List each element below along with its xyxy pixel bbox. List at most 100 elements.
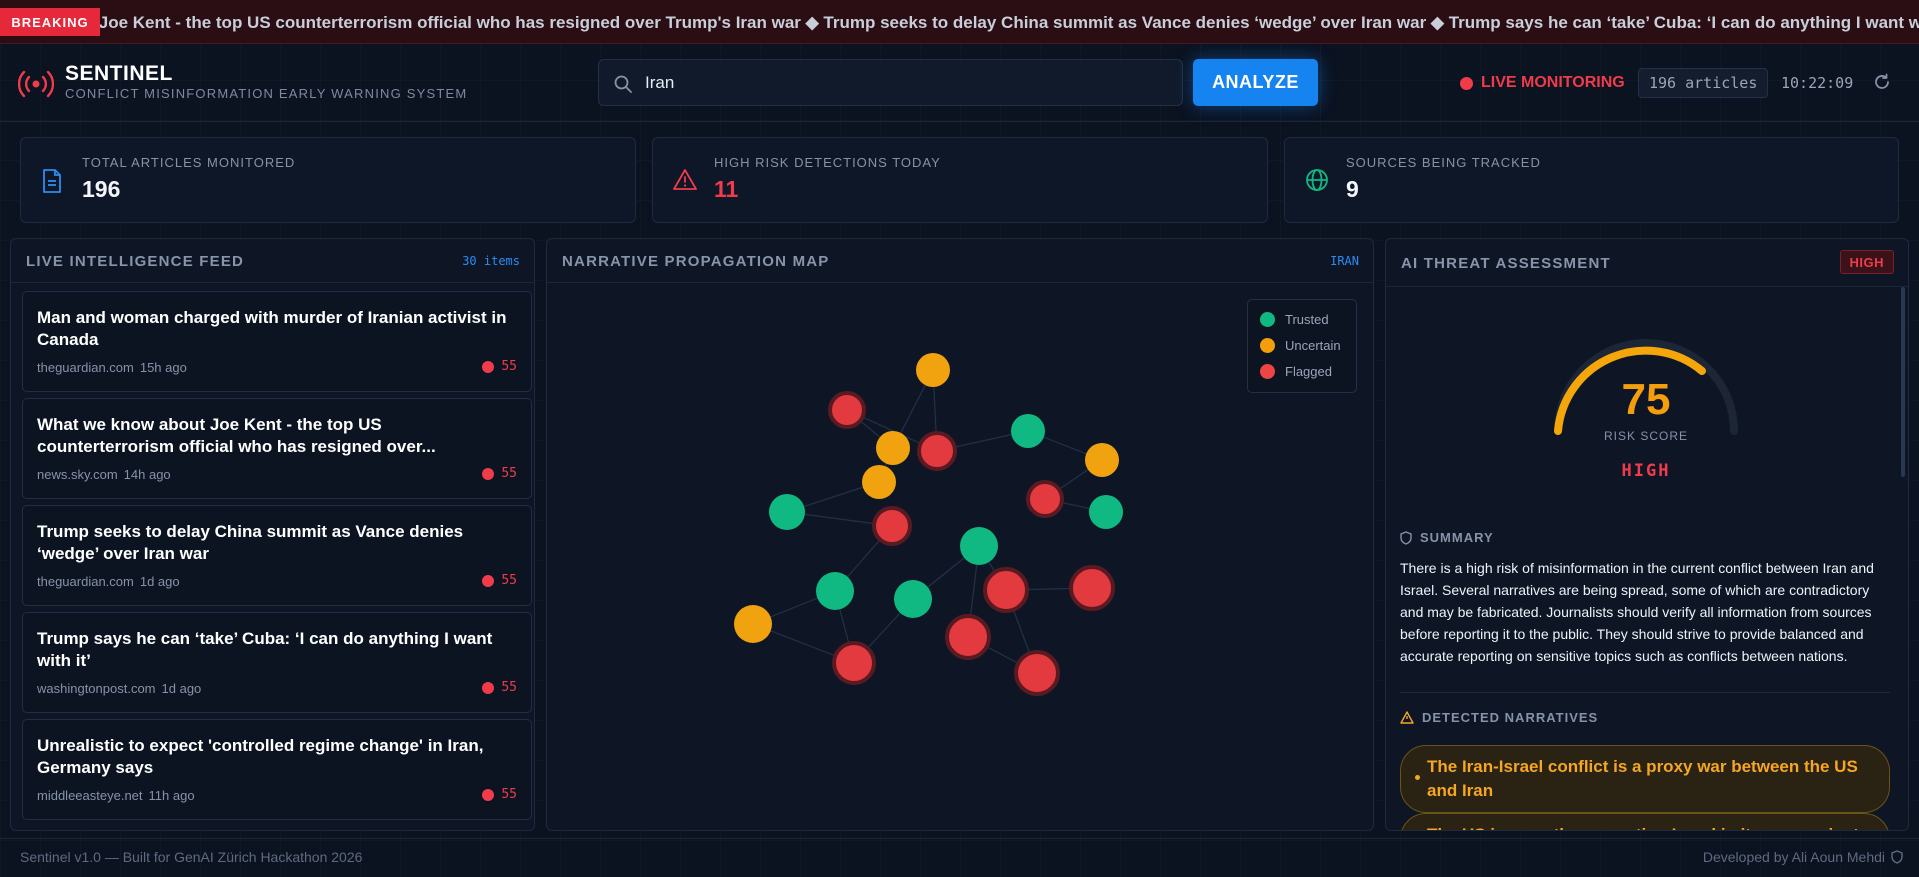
feed-item[interactable]: Trump seeks to delay China summit as Van… xyxy=(22,505,532,606)
node-flagged xyxy=(1069,565,1115,611)
feed-item-meta: theguardian.com 15h ago xyxy=(37,360,187,375)
feed-item-title: Man and woman charged with murder of Ira… xyxy=(37,308,507,349)
stat-card-total-articles: TOTAL ARTICLES MONITORED 196 xyxy=(20,137,636,223)
stat-card-sources: SOURCES BEING TRACKED 9 xyxy=(1284,137,1899,223)
app-header: SENTINEL CONFLICT MISINFORMATION EARLY W… xyxy=(0,44,1919,122)
feed-item-title: Trump seeks to delay China summit as Van… xyxy=(37,522,464,563)
feed-count: 30 items xyxy=(462,254,520,268)
node-trusted xyxy=(816,572,854,610)
node-flagged xyxy=(1014,650,1060,696)
feed-item-score: 55 xyxy=(482,680,517,695)
risk-dot-icon xyxy=(482,788,495,801)
article-count-pill: 196 articles xyxy=(1638,68,1769,98)
feed-item[interactable]: What we know about Joe Kent - the top US… xyxy=(22,398,532,499)
assessment-title: AI THREAT ASSESSMENT xyxy=(1401,255,1611,272)
feed-list: Man and woman charged with murder of Ira… xyxy=(22,291,532,826)
risk-dot-icon xyxy=(482,681,495,694)
stat-label: SOURCES BEING TRACKED xyxy=(1346,155,1541,170)
feed-item-score: 55 xyxy=(482,359,517,374)
flagged-dot-icon xyxy=(1260,364,1275,379)
panel-header: NARRATIVE PROPAGATION MAP IRAN xyxy=(547,239,1373,283)
summary-heading-label: SUMMARY xyxy=(1420,530,1494,545)
app-footer: Sentinel v1.0 — Built for GenAI Zürich H… xyxy=(0,838,1919,877)
stat-value: 11 xyxy=(714,176,739,202)
feed-item-age: 1d ago xyxy=(139,574,180,589)
legend-label: Flagged xyxy=(1285,364,1332,379)
search-box[interactable] xyxy=(598,59,1183,106)
refresh-icon[interactable] xyxy=(1873,73,1891,91)
node-uncertain xyxy=(862,465,896,499)
broadcast-icon xyxy=(18,70,54,98)
uncertain-dot-icon xyxy=(1260,338,1275,353)
breaking-ticker: BREAKING ut Joe Kent - the top US counte… xyxy=(0,0,1919,44)
feed-item-score-value: 55 xyxy=(501,787,517,802)
panel-header: LIVE INTELLIGENCE FEED 30 items xyxy=(11,239,534,283)
legend-item-trusted: Trusted xyxy=(1260,312,1329,327)
node-trusted xyxy=(1089,495,1123,529)
feed-item-meta: news.sky.com 14h ago xyxy=(37,467,171,482)
feed-item-age: 11h ago xyxy=(148,788,195,803)
node-trusted xyxy=(1011,414,1045,448)
feed-item-score-value: 55 xyxy=(501,466,517,481)
section-divider xyxy=(1400,692,1890,693)
ai-threat-assessment-panel: AI THREAT ASSESSMENT HIGH 75 RISK SCORE … xyxy=(1385,238,1909,831)
stat-card-high-risk: HIGH RISK DETECTIONS TODAY 11 xyxy=(652,137,1268,223)
feed-item-score: 55 xyxy=(482,787,517,802)
footer-author: Developed by Ali Aoun Mehdi xyxy=(1702,849,1885,865)
shield-icon xyxy=(1400,530,1412,545)
map-legend: Trusted Uncertain Flagged xyxy=(1247,299,1357,393)
stat-value: 9 xyxy=(1346,176,1359,202)
feed-item[interactable]: Man and woman charged with murder of Ira… xyxy=(22,291,532,392)
feed-item-source: washingtonpost.com xyxy=(37,681,156,696)
feed-item-score: 55 xyxy=(482,573,517,588)
legend-label: Trusted xyxy=(1285,312,1329,327)
summary-heading: SUMMARY xyxy=(1400,530,1494,545)
analyze-button[interactable]: ANALYZE xyxy=(1193,59,1318,106)
stat-label: TOTAL ARTICLES MONITORED xyxy=(82,155,296,170)
graph-nodes[interactable] xyxy=(734,353,1123,696)
search-input[interactable] xyxy=(645,60,1165,105)
risk-dot-icon xyxy=(482,360,495,373)
node-uncertain xyxy=(876,431,910,465)
warning-icon xyxy=(1400,711,1414,724)
node-flagged xyxy=(828,391,866,429)
brand-title: SENTINEL xyxy=(65,62,173,85)
narrative-propagation-map-panel: NARRATIVE PROPAGATION MAP IRAN Trusted U… xyxy=(546,238,1374,831)
node-flagged xyxy=(983,567,1029,613)
globe-icon xyxy=(1306,169,1328,191)
node-uncertain xyxy=(916,353,950,387)
feed-item[interactable]: Unrealistic to expect 'controlled regime… xyxy=(22,719,532,820)
feed-item[interactable]: Trump says he can ‘take’ Cuba: ‘I can do… xyxy=(22,612,532,713)
narrative-item[interactable]: The US is secretly supporting Israel in … xyxy=(1400,813,1890,830)
live-monitoring-status: LIVE MONITORING xyxy=(1460,74,1625,92)
feed-item-title: Unrealistic to expect 'controlled regime… xyxy=(37,736,484,777)
node-flagged xyxy=(872,506,912,546)
node-flagged xyxy=(832,641,876,685)
node-trusted xyxy=(769,494,805,530)
feed-item-age: 15h ago xyxy=(139,360,187,375)
map-topic-tag: IRAN xyxy=(1330,254,1359,268)
feed-item-source: news.sky.com xyxy=(37,467,118,482)
feed-item-score-value: 55 xyxy=(501,680,517,695)
node-uncertain xyxy=(734,605,772,643)
feed-item-age: 1d ago xyxy=(161,681,202,696)
summary-text: There is a high risk of misinformation i… xyxy=(1400,560,1874,664)
legend-item-flagged: Flagged xyxy=(1260,364,1332,379)
shield-icon xyxy=(1891,850,1903,864)
ticker-text[interactable]: ut Joe Kent - the top US counterterroris… xyxy=(78,13,1919,33)
feed-item-meta: theguardian.com 1d ago xyxy=(37,574,180,589)
live-intelligence-feed-panel: LIVE INTELLIGENCE FEED 30 items Man and … xyxy=(10,238,535,831)
search-icon xyxy=(614,75,632,93)
brand-subtitle: CONFLICT MISINFORMATION EARLY WARNING SY… xyxy=(65,86,468,101)
feed-item-meta: washingtonpost.com 1d ago xyxy=(37,681,201,696)
risk-level-text: HIGH xyxy=(1621,461,1671,481)
warning-icon xyxy=(673,169,697,190)
risk-dot-icon xyxy=(482,574,495,587)
node-trusted xyxy=(894,580,932,618)
live-dot-icon xyxy=(1460,76,1473,90)
narrative-item[interactable]: The Iran-Israel conflict is a proxy war … xyxy=(1400,745,1890,813)
stat-label: HIGH RISK DETECTIONS TODAY xyxy=(714,155,941,170)
feed-item-title: What we know about Joe Kent - the top US… xyxy=(37,415,436,456)
trusted-dot-icon xyxy=(1260,312,1275,327)
map-title: NARRATIVE PROPAGATION MAP xyxy=(562,253,830,270)
